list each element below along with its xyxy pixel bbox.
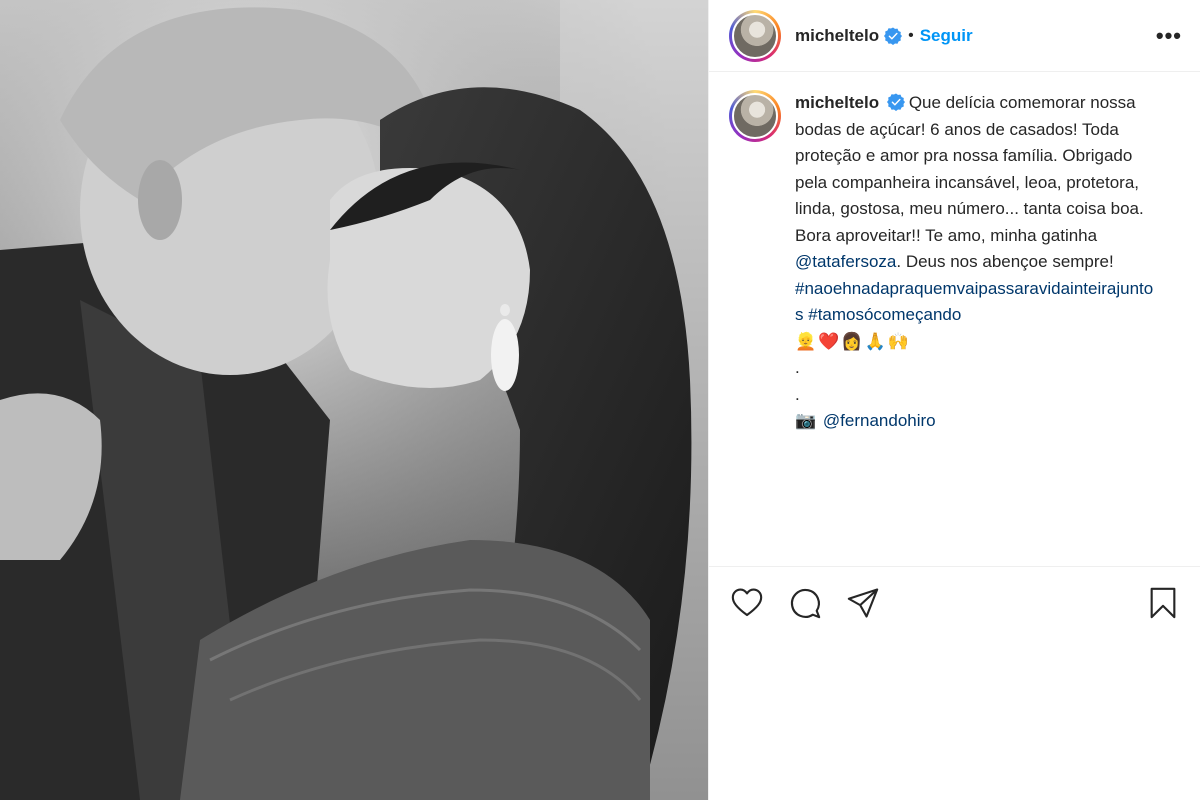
- post-photo[interactable]: [0, 0, 708, 800]
- verified-badge-icon: [884, 26, 903, 45]
- mention-fernandohiro[interactable]: @fernandohiro: [823, 411, 936, 430]
- post-header: micheltelo • Seguir •••: [709, 0, 1200, 72]
- caption-avatar[interactable]: [729, 90, 781, 142]
- caption-dot-2: .: [795, 384, 800, 404]
- caption-text: micheltelo Que delícia comemorar nossa b…: [795, 90, 1155, 550]
- caption-body-1: Que delícia comemorar nossa bodas de açú…: [795, 93, 1144, 245]
- post-side-panel: micheltelo • Seguir ••• micheltelo Que d…: [708, 0, 1200, 800]
- caption-dot-1: .: [795, 358, 800, 377]
- author-avatar[interactable]: [729, 9, 781, 62]
- caption-emojis: 👱❤️👩🙏🙌: [795, 331, 911, 352]
- hashtag-tamosocomecando[interactable]: #tamosócomeçando: [808, 305, 961, 324]
- action-bar: [709, 566, 1200, 638]
- separator-dot: •: [908, 26, 914, 44]
- like-button[interactable]: [729, 585, 765, 621]
- comment-button[interactable]: [787, 585, 823, 621]
- share-icon: [847, 587, 879, 618]
- instagram-post: micheltelo • Seguir ••• micheltelo Que d…: [0, 0, 1200, 800]
- bookmark-icon: [1150, 587, 1176, 618]
- author-username[interactable]: micheltelo: [795, 26, 879, 46]
- photo-illustration: [0, 0, 708, 800]
- more-options-button[interactable]: •••: [1156, 23, 1182, 49]
- share-button[interactable]: [845, 585, 881, 621]
- comment-icon: [790, 588, 821, 618]
- avatar-image: [732, 12, 778, 59]
- camera-icon: 📷: [795, 411, 819, 431]
- mention-tatafersoza[interactable]: @tatafersoza: [795, 252, 896, 271]
- avatar-image: [732, 93, 778, 139]
- caption-body-2: . Deus nos abençoe sempre!: [896, 252, 1114, 271]
- save-button[interactable]: [1145, 585, 1181, 621]
- verified-badge-icon: [886, 93, 905, 111]
- follow-button[interactable]: Seguir: [920, 26, 973, 46]
- heart-icon: [731, 587, 763, 616]
- caption-area: micheltelo Que delícia comemorar nossa b…: [709, 72, 1200, 550]
- caption-username[interactable]: micheltelo: [795, 93, 879, 112]
